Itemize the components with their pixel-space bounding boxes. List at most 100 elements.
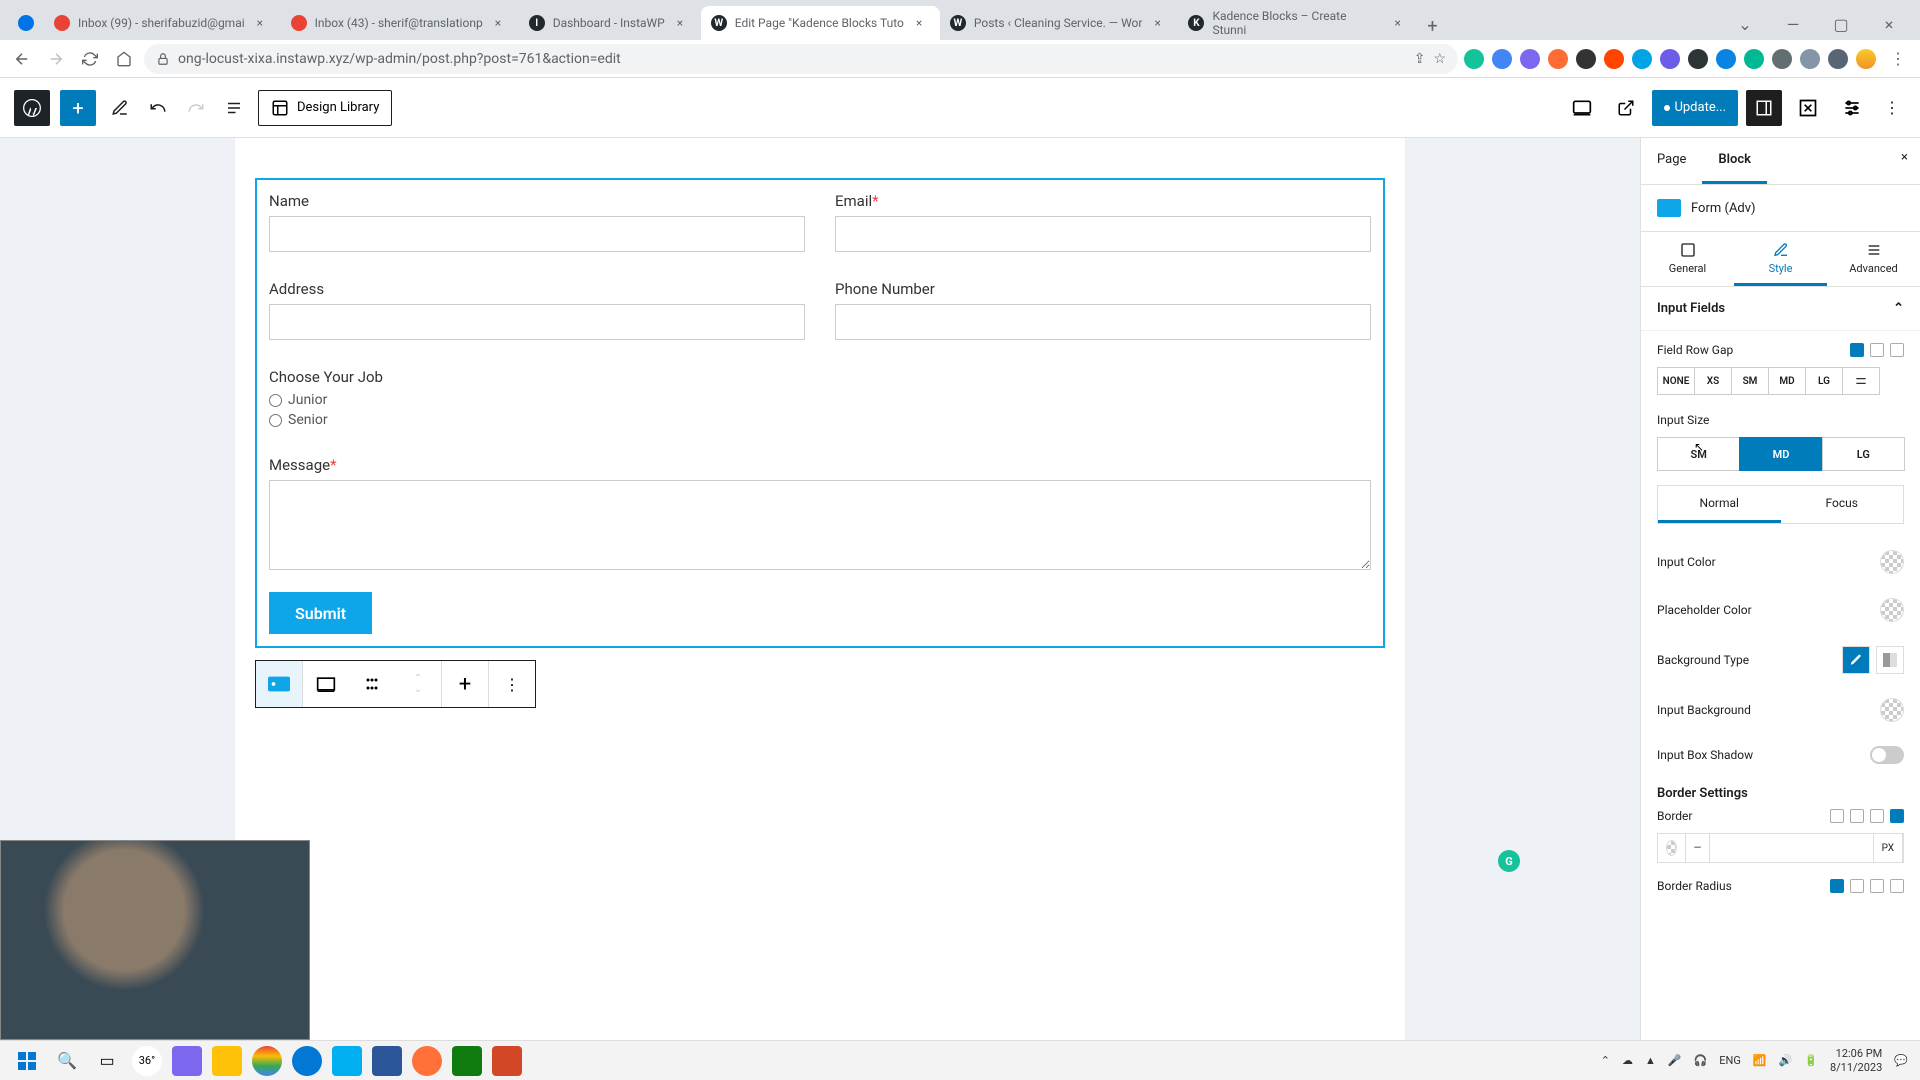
home-button[interactable] xyxy=(110,45,138,73)
device-mobile-icon[interactable] xyxy=(1870,879,1884,893)
close-sidebar-button[interactable]: × xyxy=(1889,138,1920,184)
tab-4[interactable]: WEdit Page "Kadence Blocks Tuto× xyxy=(701,6,940,40)
general-tab[interactable]: General xyxy=(1641,232,1734,286)
new-tab-button[interactable]: + xyxy=(1418,12,1446,40)
ext-icon[interactable] xyxy=(1604,49,1624,69)
settings-panel-button[interactable] xyxy=(1746,90,1782,126)
border-style-button[interactable]: — xyxy=(1686,834,1710,862)
ext-icon[interactable] xyxy=(1688,49,1708,69)
battery-icon[interactable]: 🔋 xyxy=(1804,1054,1818,1067)
skype-icon[interactable] xyxy=(332,1046,362,1076)
star-icon[interactable]: ☆ xyxy=(1433,51,1446,67)
radio-senior[interactable]: Senior xyxy=(269,412,1371,428)
name-input[interactable] xyxy=(269,216,805,252)
align-button[interactable] xyxy=(303,661,349,707)
profile-avatar[interactable] xyxy=(1856,49,1876,69)
close-icon[interactable]: × xyxy=(916,16,930,30)
arrows-button[interactable]: ⌃⌄ xyxy=(395,661,441,707)
link-icon[interactable] xyxy=(1890,809,1904,823)
taskbar-app-icon[interactable] xyxy=(172,1046,202,1076)
ext-icon[interactable] xyxy=(1828,49,1848,69)
input-fields-panel-header[interactable]: Input Fields ⌃ xyxy=(1641,287,1920,331)
chevron-up-icon[interactable]: ⌃ xyxy=(1601,1054,1610,1067)
forward-button[interactable] xyxy=(42,45,70,73)
size-sm-button[interactable]: SM xyxy=(1657,437,1740,471)
maximize-button[interactable]: ▢ xyxy=(1818,8,1864,40)
undo-button[interactable] xyxy=(144,94,172,122)
email-input[interactable] xyxy=(835,216,1371,252)
device-desktop-icon[interactable] xyxy=(1850,343,1864,357)
radio-junior[interactable]: Junior xyxy=(269,392,1371,408)
ext-icon[interactable] xyxy=(1632,49,1652,69)
wifi-icon[interactable]: 📶 xyxy=(1753,1054,1767,1067)
share-icon[interactable]: ⇪ xyxy=(1414,51,1426,67)
weather-widget[interactable]: 36° xyxy=(132,1046,162,1076)
outline-button[interactable] xyxy=(220,94,248,122)
size-lg-button[interactable]: LG xyxy=(1822,437,1905,471)
task-view-button[interactable]: ▭ xyxy=(92,1046,122,1076)
word-icon[interactable] xyxy=(372,1046,402,1076)
chrome-icon[interactable] xyxy=(252,1046,282,1076)
tab-2[interactable]: Inbox (43) - sherif@translationp× xyxy=(281,6,519,40)
ext-icon[interactable] xyxy=(1576,49,1596,69)
wp-logo-button[interactable] xyxy=(14,90,50,126)
device-mobile-icon[interactable] xyxy=(1890,343,1904,357)
close-icon[interactable]: × xyxy=(677,16,691,30)
message-textarea[interactable] xyxy=(269,480,1371,570)
device-desktop-icon[interactable] xyxy=(1830,809,1844,823)
redo-button[interactable] xyxy=(182,94,210,122)
submit-button[interactable]: Submit xyxy=(269,592,372,634)
preview-desktop-button[interactable] xyxy=(1564,90,1600,126)
normal-state-tab[interactable]: Normal xyxy=(1658,486,1781,523)
search-button[interactable]: 🔍 xyxy=(52,1046,82,1076)
border-width-input[interactable] xyxy=(1710,834,1874,862)
tab-0[interactable] xyxy=(8,6,44,40)
design-library-button[interactable]: Design Library xyxy=(258,90,392,126)
url-input[interactable]: ong-locust-xixa.instawp.xyz/wp-admin/pos… xyxy=(144,44,1458,74)
close-icon[interactable]: × xyxy=(1395,16,1409,30)
close-icon[interactable]: × xyxy=(257,16,271,30)
kadence-settings-button[interactable] xyxy=(1790,90,1826,126)
device-desktop-icon[interactable] xyxy=(1830,879,1844,893)
headphones-icon[interactable]: 🎧 xyxy=(1694,1054,1708,1067)
link-icon[interactable] xyxy=(1890,879,1904,893)
notifications-icon[interactable]: 💬 xyxy=(1894,1054,1908,1067)
tab-6[interactable]: KKadence Blocks – Create Stunni× xyxy=(1178,6,1418,40)
close-icon[interactable]: × xyxy=(1154,16,1168,30)
ext-grammarly-icon[interactable] xyxy=(1464,49,1484,69)
clock[interactable]: 12:06 PM 8/11/2023 xyxy=(1830,1047,1882,1073)
more-button[interactable]: ⋮ xyxy=(489,661,535,707)
powerpoint-icon[interactable] xyxy=(492,1046,522,1076)
ext-icon[interactable] xyxy=(1492,49,1512,69)
add-block-button[interactable]: + xyxy=(60,90,96,126)
close-icon[interactable]: × xyxy=(495,16,509,30)
ext-icon[interactable] xyxy=(1716,49,1736,69)
add-button[interactable]: + xyxy=(442,661,488,707)
form-block[interactable]: Name Email* Address Phone Number xyxy=(255,178,1385,648)
start-button[interactable] xyxy=(12,1046,42,1076)
ext-icon[interactable] xyxy=(1548,49,1568,69)
onedrive-icon[interactable]: ▲ xyxy=(1645,1054,1656,1067)
gap-lg-button[interactable]: LG xyxy=(1805,367,1843,395)
block-tab[interactable]: Block xyxy=(1702,138,1767,184)
edge-icon[interactable] xyxy=(292,1046,322,1076)
firefox-icon[interactable] xyxy=(412,1046,442,1076)
language-indicator[interactable]: ENG xyxy=(1719,1054,1741,1067)
bg-solid-button[interactable] xyxy=(1842,646,1870,674)
placeholder-color-swatch[interactable] xyxy=(1880,598,1904,622)
box-shadow-toggle[interactable] xyxy=(1870,746,1904,764)
view-page-button[interactable] xyxy=(1608,90,1644,126)
grammarly-badge[interactable]: G xyxy=(1498,850,1520,872)
excel-icon[interactable] xyxy=(452,1046,482,1076)
gap-none-button[interactable]: NONE xyxy=(1657,367,1695,395)
gap-md-button[interactable]: MD xyxy=(1768,367,1806,395)
volume-icon[interactable]: 🔊 xyxy=(1779,1054,1793,1067)
device-mobile-icon[interactable] xyxy=(1870,809,1884,823)
border-input[interactable]: — PX xyxy=(1657,833,1904,863)
mic-icon[interactable]: 🎤 xyxy=(1668,1054,1682,1067)
edit-tool-button[interactable] xyxy=(106,94,134,122)
input-color-swatch[interactable] xyxy=(1880,550,1904,574)
move-button[interactable] xyxy=(349,661,395,707)
ext-icon[interactable] xyxy=(1660,49,1680,69)
gap-xs-button[interactable]: XS xyxy=(1694,367,1732,395)
